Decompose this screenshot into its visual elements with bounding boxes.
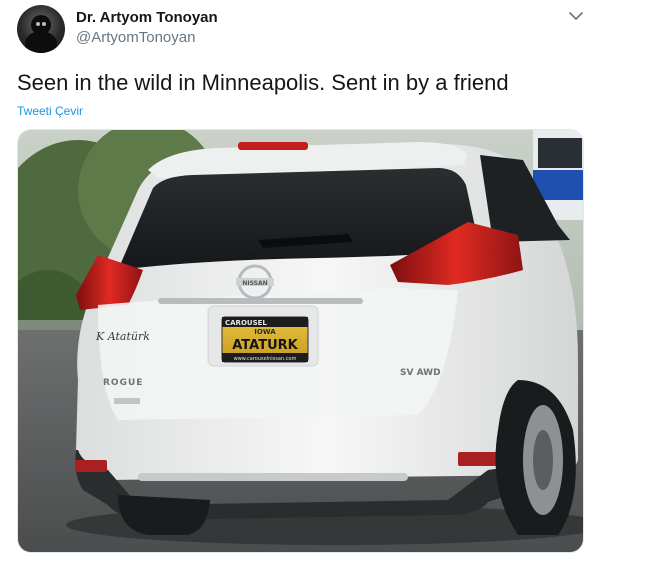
license-plate: CAROUSEL IOWA ATATURK www.carouselnissan… xyxy=(221,316,309,363)
author-name[interactable]: Dr. Artyom Tonoyan xyxy=(76,9,218,26)
ataturk-signature-decal: K Atatürk xyxy=(95,330,150,343)
van-window xyxy=(538,138,582,168)
plate-url-text: www.carouselnissan.com xyxy=(234,356,297,362)
rogue-badge-text: ROGUE xyxy=(103,378,143,388)
tweet-photo[interactable]: CAROUSEL IOWA ATATURK www.carouselnissan… xyxy=(17,129,584,553)
tweet-text: Seen in the wild in Minneapolis. Sent in… xyxy=(17,70,509,95)
author-handle[interactable]: @ArtyomTonoyan xyxy=(76,29,195,46)
chevron-down-icon[interactable] xyxy=(566,8,586,24)
avatar-eye xyxy=(36,22,40,26)
plate-number-text: ATATURK xyxy=(232,338,298,353)
avatar[interactable] xyxy=(17,5,65,53)
translate-tweet-link[interactable]: Tweeti Çevir xyxy=(17,104,83,118)
plate-state-text: IOWA xyxy=(254,328,276,336)
avatar-eye xyxy=(42,22,46,26)
plate-dealer-text: CAROUSEL xyxy=(225,319,267,327)
avatar-figure-head xyxy=(31,15,51,35)
rear-sensor-badge xyxy=(114,398,140,404)
sv-awd-badge-text: SV AWD xyxy=(400,368,441,378)
nissan-badge-text: NISSAN xyxy=(242,280,267,287)
